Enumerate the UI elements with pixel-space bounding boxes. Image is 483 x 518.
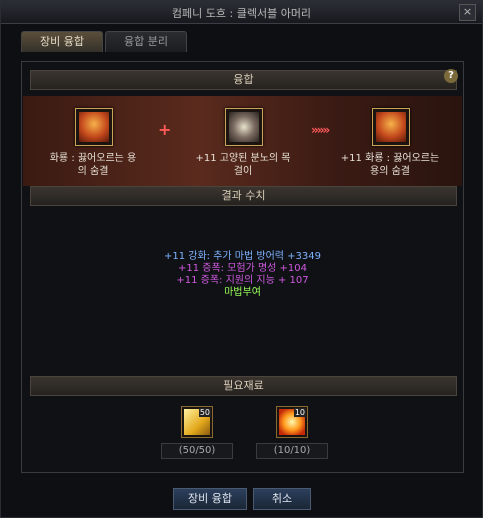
result-stat-line: +11 강화: 추가 마법 방어력 +3349 [164, 251, 321, 262]
fusion-header: 융합 [30, 70, 457, 90]
result-stat-line: 마법부여 [224, 287, 261, 298]
help-icon[interactable]: ? [444, 69, 458, 83]
main-panel: 융합 ? 화룡 : 끓어오르는 용 의 숨결 + +11 고양된 분노의 목 걸… [21, 61, 464, 473]
arrow-right-icon: »»» [311, 123, 330, 137]
item-middle-name: +11 고양된 분노의 목 걸이 [195, 153, 291, 177]
item-slot-left[interactable] [75, 108, 113, 146]
item-slot-result[interactable] [372, 108, 410, 146]
fusion-area: 화룡 : 끓어오르는 용 의 숨결 + +11 고양된 분노의 목 걸이 »»»… [23, 96, 462, 186]
materials-header: 필요재료 [30, 376, 457, 396]
result-header: 결과 수치 [30, 186, 457, 206]
window-title: 컴페니 도흐 : 클렉서블 아머리 [171, 7, 312, 20]
item-result-name: +11 화룡 : 끓어오르는 용의 숨결 [340, 153, 440, 177]
necklace-icon [229, 112, 259, 142]
material-badge: 50 [198, 408, 211, 417]
plus-icon: + [158, 120, 172, 139]
material-count: (50/50) [161, 443, 233, 459]
tab-equipment-fusion[interactable]: 장비 융합 [21, 31, 103, 52]
item-slot-middle[interactable] [225, 108, 263, 146]
fusion-header-label: 융합 [233, 73, 254, 86]
close-button[interactable]: × [459, 4, 476, 21]
robe-icon [79, 112, 109, 142]
result-stat-line: +11 증폭: 모험가 명성 +104 [177, 263, 308, 274]
material-slot[interactable]: 50 [181, 406, 213, 438]
material-count: (10/10) [256, 443, 328, 459]
materials-header-label: 필요재료 [223, 379, 264, 392]
result-stat-line: +11 증폭: 지원의 지능 + 107 [176, 275, 309, 286]
result-header-label: 결과 수치 [221, 189, 266, 202]
material-slot[interactable]: 10 [276, 406, 308, 438]
close-icon: × [462, 5, 473, 18]
fusion-window: 컴페니 도흐 : 클렉서블 아머리 × 장비 융합 융합 분리 융합 ? 화룡 … [0, 0, 483, 518]
item-left-name: 화룡 : 끓어오르는 용 의 숨결 [49, 153, 137, 177]
tab-fusion-separation[interactable]: 융합 분리 [105, 31, 187, 52]
robe-icon [376, 112, 406, 142]
fuse-button[interactable]: 장비 융합 [173, 488, 247, 510]
cancel-button[interactable]: 취소 [253, 488, 311, 510]
title-bar[interactable]: 컴페니 도흐 : 클렉서블 아머리 × [1, 1, 482, 24]
material-badge: 10 [293, 408, 306, 417]
